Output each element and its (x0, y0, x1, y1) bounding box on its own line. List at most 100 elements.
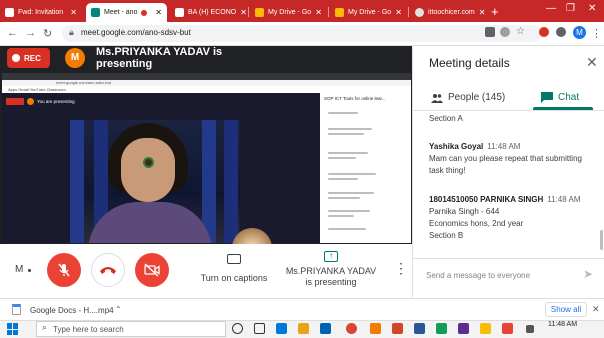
camera-button[interactable] (135, 253, 169, 287)
close-panel-icon[interactable]: ✕ (586, 54, 598, 71)
recording-badge: REC (7, 48, 50, 68)
chat-message-line: Section B (429, 231, 464, 240)
chat-message-header: Yashika Goyal 11:48 AM (429, 141, 520, 153)
forward-icon[interactable]: → (25, 27, 36, 39)
chevron-up-icon[interactable]: ⌃ (115, 305, 122, 314)
browser-tab[interactable]: My Drive - Go ✕ (330, 3, 407, 22)
chat-message-line: Mam can you please repeat that submittin… (429, 154, 582, 163)
shared-bookmarks-text: Apps Gmail YouTube Classroom (8, 87, 66, 92)
profile-avatar[interactable]: M (573, 26, 586, 39)
presenter-bindi (145, 159, 152, 166)
store-icon[interactable] (320, 323, 331, 334)
chat-message-input[interactable]: Send a message to everyone (426, 271, 530, 280)
more-options-icon[interactable]: ⋮ (394, 260, 408, 277)
shared-chat-line (328, 133, 364, 135)
presenting-banner: Ms.PRIYANKA YADAV is presenting (96, 46, 223, 70)
app-icon[interactable] (436, 323, 447, 334)
browser-tab-active[interactable]: Meet - ano ✕ (86, 3, 167, 22)
chrome-icon[interactable] (346, 323, 357, 334)
windows-start-icon[interactable] (7, 323, 19, 335)
browser-tab[interactable]: My Drive - Go ✕ (250, 3, 327, 22)
file-icon (12, 304, 21, 315)
chat-sender: Yashika Goyal (429, 142, 484, 151)
close-tab-icon[interactable]: ✕ (240, 8, 247, 17)
window-close-icon[interactable]: ✕ (588, 3, 596, 14)
presenter-avatar: M (65, 48, 85, 68)
gmail-icon (5, 8, 14, 17)
chat-message-line: Economics hons, 2nd year (429, 219, 524, 228)
recording-dot-icon (141, 9, 148, 16)
captions-icon[interactable] (227, 254, 241, 264)
extension-icon[interactable] (539, 27, 549, 37)
lock-icon[interactable]: 🔒︎ (69, 27, 74, 38)
taskbar-search-placeholder[interactable]: Type here to search (53, 325, 124, 334)
show-all-button[interactable]: Show all (545, 302, 587, 317)
edge-icon[interactable] (276, 323, 287, 334)
restore-icon[interactable]: ❐ (566, 3, 575, 14)
tab-divider (328, 7, 329, 17)
input-divider (412, 258, 604, 259)
menu-dots-icon[interactable]: ⋮ (591, 27, 602, 40)
reload-icon[interactable]: ↻ (43, 27, 52, 40)
word-icon[interactable] (414, 323, 425, 334)
chat-time: 11:48 AM (547, 195, 581, 204)
mic-off-icon (58, 263, 70, 277)
powerpoint-icon[interactable] (392, 323, 403, 334)
cortana-icon[interactable] (232, 323, 243, 334)
app-icon[interactable] (502, 323, 513, 334)
taskbar-clock[interactable]: 11:48 AM (548, 321, 577, 329)
presenting-button[interactable]: Ms.PRIYANKA YADAV is presenting (284, 266, 378, 288)
microphone-button[interactable] (47, 253, 81, 287)
browser-tab[interactable]: ittoochicer.com ✕ (410, 3, 488, 22)
curtain (70, 120, 84, 243)
zoom-icon[interactable] (500, 27, 510, 37)
close-tab-icon[interactable]: ✕ (315, 8, 322, 17)
shared-tab-strip (2, 73, 411, 80)
send-icon[interactable]: ➤ (583, 267, 593, 281)
panel-title: Meeting details (429, 56, 510, 70)
close-tab-icon[interactable]: ✕ (155, 8, 162, 17)
chat-message-tail: Section A (429, 114, 463, 123)
app-icon[interactable] (370, 323, 381, 334)
record-icon (12, 54, 20, 62)
leave-call-button[interactable] (91, 253, 125, 287)
shared-side-panel (320, 93, 411, 243)
download-item[interactable]: Google Docs - H....mp4 (30, 306, 114, 315)
shared-rec-badge (6, 98, 24, 105)
minimize-icon[interactable]: — (546, 3, 556, 14)
browser-tab[interactable]: BA (H) ECONO ✕ (170, 3, 247, 22)
close-tab-icon[interactable]: ✕ (395, 8, 402, 17)
chat-sender: 18014510050 PARNIKA SINGH (429, 195, 544, 204)
star-icon[interactable]: ☆ (516, 26, 526, 37)
shared-url-text: meet.google.com/ano-sdsv-but (56, 80, 111, 85)
url-text[interactable]: meet.google.com/ano-sdsv-but (81, 28, 191, 37)
tab-people[interactable]: People (145) (431, 92, 505, 103)
back-icon[interactable]: ← (7, 27, 18, 39)
browser-tab[interactable]: Fwd: Invitation ✕ (0, 3, 82, 22)
present-screen-icon[interactable]: ↑ (324, 251, 338, 262)
close-tab-icon[interactable]: ✕ (70, 8, 77, 17)
file-explorer-icon[interactable] (298, 323, 309, 334)
chat-message-header: 18014510050 PARNIKA SINGH 11:48 AM (429, 194, 581, 206)
shared-chat-line (328, 157, 356, 159)
close-tab-icon[interactable]: ✕ (479, 8, 486, 17)
puzzle-icon[interactable] (556, 27, 566, 37)
tab-divider (248, 7, 249, 17)
shared-presenting-row: You are presenting (6, 98, 75, 105)
shared-chat-line (328, 152, 368, 154)
meet-icon (91, 8, 100, 17)
captions-button[interactable]: Turn on captions (197, 273, 271, 284)
app-icon[interactable] (480, 323, 491, 334)
presenter-face (121, 138, 175, 202)
new-tab-icon[interactable]: + (491, 4, 499, 19)
chat-scrollbar[interactable] (600, 230, 603, 250)
app-icon[interactable] (458, 323, 469, 334)
task-view-icon[interactable] (254, 323, 265, 334)
camera-indicator-icon[interactable] (485, 27, 495, 37)
tab-chat[interactable]: Chat (541, 92, 579, 103)
network-icon[interactable] (526, 325, 534, 333)
chat-message-line: Parnika Singh - 644 (429, 207, 500, 216)
shared-chat-line (328, 178, 358, 180)
camera-off-icon (144, 263, 160, 277)
close-shelf-icon[interactable]: ✕ (592, 304, 600, 315)
